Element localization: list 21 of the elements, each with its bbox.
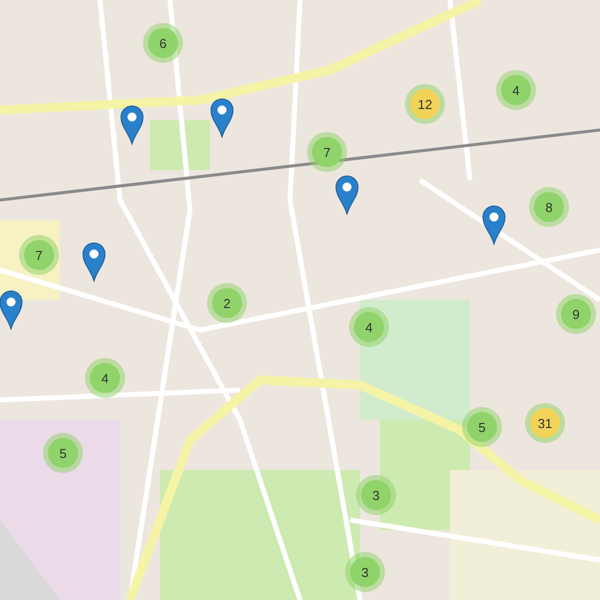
cluster-marker[interactable]: 31	[525, 403, 565, 443]
cluster-marker[interactable]: 12	[405, 84, 445, 124]
cluster-marker[interactable]: 7	[307, 132, 347, 172]
map-pin-icon[interactable]	[210, 98, 234, 138]
cluster-marker[interactable]: 3	[345, 552, 385, 592]
cluster-marker[interactable]: 4	[496, 70, 536, 110]
cluster-marker[interactable]: 4	[85, 358, 125, 398]
cluster-marker[interactable]: 6	[143, 23, 183, 63]
cluster-marker[interactable]: 2	[207, 283, 247, 323]
cluster-marker[interactable]: 5	[462, 407, 502, 447]
map-pin-icon[interactable]	[120, 105, 144, 145]
cluster-marker[interactable]: 8	[529, 187, 569, 227]
map-pin-icon[interactable]	[82, 242, 106, 282]
cluster-marker[interactable]: 7	[19, 235, 59, 275]
map-pin-icon[interactable]	[482, 205, 506, 245]
map-pin-icon[interactable]	[335, 175, 359, 215]
cluster-marker[interactable]: 5	[43, 433, 83, 473]
map-pin-icon[interactable]	[0, 290, 23, 330]
cluster-marker[interactable]: 4	[349, 307, 389, 347]
cluster-marker[interactable]: 9	[556, 294, 596, 334]
cluster-marker[interactable]: 3	[356, 475, 396, 515]
